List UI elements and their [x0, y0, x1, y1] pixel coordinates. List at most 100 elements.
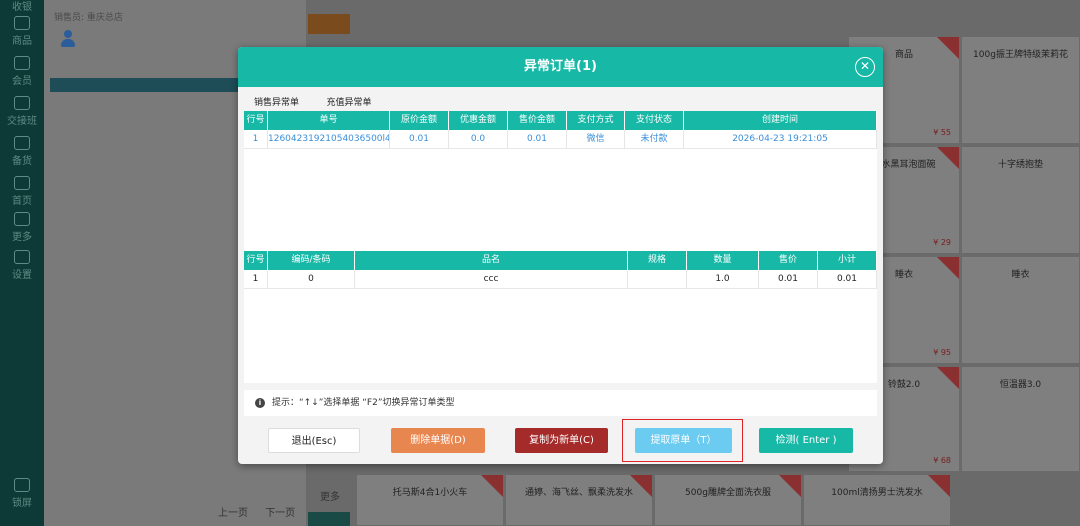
shift-icon — [14, 96, 30, 110]
copy-as-new-button[interactable]: 复制为新单(C) — [515, 428, 608, 453]
column-header: 单号 — [268, 111, 390, 130]
promo-badge-icon — [481, 475, 503, 497]
nav-item-home[interactable]: 首页 — [0, 176, 44, 207]
table-cell: 0.01 — [818, 270, 877, 288]
nav-item-members[interactable]: 会员 — [0, 56, 44, 87]
product-tile[interactable]: 100ml清扬男士洗发水 — [803, 474, 951, 526]
abnormal-order-dialog: 异常订单(1) ✕ 销售异常单 充值异常单 行号 单号 原价金额 优惠金额 售价… — [238, 47, 883, 464]
column-header: 售价金额 — [508, 111, 567, 130]
product-tile[interactable]: 通婷、海飞丝、飘柔洗发水 — [505, 474, 653, 526]
prev-page-button[interactable]: 上一页 — [218, 508, 248, 519]
product-tile[interactable]: 十字绣抱垫 — [961, 146, 1080, 254]
avatar-icon[interactable] — [60, 30, 76, 50]
column-header: 规格 — [628, 251, 687, 270]
column-header: 支付状态 — [625, 111, 684, 130]
items-table: 行号 编码/条码 品名 规格 数量 售价 小计 1 0 ccc 1.0 0.01… — [244, 251, 877, 383]
nav-label: 更多 — [12, 232, 32, 243]
nav-label: 收银 — [12, 2, 32, 13]
promo-badge-icon — [937, 257, 959, 279]
order-type-tabs: 销售异常单 充值异常单 — [244, 93, 386, 113]
dialog-title: 异常订单(1) — [524, 59, 597, 74]
promo-badge-icon — [779, 475, 801, 497]
table-row[interactable]: 1 0 ccc 1.0 0.01 0.01 — [244, 270, 877, 289]
product-price: ¥ 95 — [933, 348, 951, 357]
more-icon — [14, 212, 30, 226]
nav-label: 商品 — [12, 36, 32, 47]
product-tile[interactable]: 100g振王牌特级茉莉花 — [961, 36, 1080, 144]
nav-item-checkout[interactable]: 收银 — [0, 0, 44, 13]
product-price: ¥ 68 — [933, 456, 951, 465]
promo-badge-icon — [937, 367, 959, 389]
product-name: 恒温器3.0 — [999, 380, 1042, 390]
nav-item-products[interactable]: 商品 — [0, 16, 44, 47]
promo-badge-icon — [937, 37, 959, 59]
tab-recharge-abnormal[interactable]: 充值异常单 — [317, 93, 382, 111]
nav-item-shift[interactable]: 交接班 — [0, 96, 44, 127]
tab-sales-abnormal[interactable]: 销售异常单 — [244, 93, 310, 113]
nav-item-stock[interactable]: 备货 — [0, 136, 44, 167]
nav-label: 备货 — [12, 156, 32, 167]
product-name: 100g振王牌特级茉莉花 — [973, 50, 1068, 60]
table-cell: 0.01 — [390, 130, 449, 148]
product-name: 睡衣 — [1011, 270, 1030, 280]
nav-label: 交接班 — [7, 116, 37, 127]
delete-order-button[interactable]: 删除单据(D) — [391, 428, 485, 453]
dialog-header: 异常订单(1) ✕ — [238, 47, 883, 87]
nav-label: 锁屏 — [12, 498, 32, 509]
products-icon — [14, 16, 30, 30]
table-cell: 2026-04-23 19:21:05 — [684, 130, 877, 148]
salesperson-label: 销售员: 重庆总店 — [54, 13, 123, 23]
nav-label: 首页 — [12, 196, 32, 207]
column-header: 创建时间 — [684, 111, 877, 130]
column-header: 优惠金额 — [449, 111, 508, 130]
category-button[interactable] — [308, 512, 350, 526]
column-header: 编码/条码 — [268, 251, 355, 270]
check-button[interactable]: 检测( Enter ) — [759, 428, 853, 453]
column-header: 售价 — [759, 251, 818, 270]
product-price: ¥ 29 — [933, 238, 951, 247]
pager: 上一页 下一页 — [218, 504, 295, 519]
settings-icon — [14, 250, 30, 264]
nav-label: 设置 — [12, 270, 32, 281]
product-tile[interactable]: 睡衣 — [961, 256, 1080, 364]
table-cell: ccc — [355, 270, 628, 288]
nav-item-lock[interactable]: 锁屏 — [0, 478, 44, 509]
more-categories-button[interactable]: 更多 — [308, 488, 352, 508]
product-tile[interactable]: 恒温器3.0 — [961, 366, 1080, 472]
column-header: 品名 — [355, 251, 628, 270]
column-header: 支付方式 — [567, 111, 625, 130]
nav-label: 会员 — [12, 76, 32, 87]
member-icon — [14, 56, 30, 70]
nav-item-settings[interactable]: 设置 — [0, 250, 44, 281]
close-icon[interactable]: ✕ — [855, 57, 875, 77]
table-cell: 0.01 — [508, 130, 567, 148]
exit-button[interactable]: 退出(Esc) — [268, 428, 360, 453]
table-row[interactable]: 1 12604231921054036500l4 0.01 0.0 0.01 微… — [244, 130, 877, 149]
table-cell — [628, 270, 687, 288]
product-name: 十字绣抱垫 — [997, 160, 1043, 170]
table-cell: 1.0 — [687, 270, 759, 288]
hint-bar: i 提示：“↑↓”选择单据 “F2”切换异常订单类型 — [244, 390, 877, 416]
column-header: 行号 — [244, 251, 268, 270]
column-header: 行号 — [244, 111, 268, 130]
column-header: 数量 — [687, 251, 759, 270]
product-tile[interactable]: 500g雕牌全面洗衣服 — [654, 474, 802, 526]
promo-badge-icon — [937, 147, 959, 169]
stock-icon — [14, 136, 30, 150]
table-cell: 1 — [244, 130, 268, 148]
highlight-box — [622, 419, 743, 462]
nav-item-more[interactable]: 更多 — [0, 212, 44, 243]
table-cell: 0.0 — [449, 130, 508, 148]
info-icon: i — [255, 398, 265, 408]
column-header: 小计 — [818, 251, 877, 270]
promo-badge-icon — [630, 475, 652, 497]
table-cell: 1 — [244, 270, 268, 288]
next-page-button[interactable]: 下一页 — [265, 508, 295, 519]
table-cell: 微信 — [567, 130, 625, 148]
items-table-header: 行号 编码/条码 品名 规格 数量 售价 小计 — [244, 251, 877, 270]
product-tile[interactable]: 托马斯4合1小火车 — [356, 474, 504, 526]
table-cell: 12604231921054036500l4 — [268, 130, 390, 148]
category-button[interactable] — [308, 14, 350, 34]
table-cell: 0.01 — [759, 270, 818, 288]
home-icon — [14, 176, 30, 190]
